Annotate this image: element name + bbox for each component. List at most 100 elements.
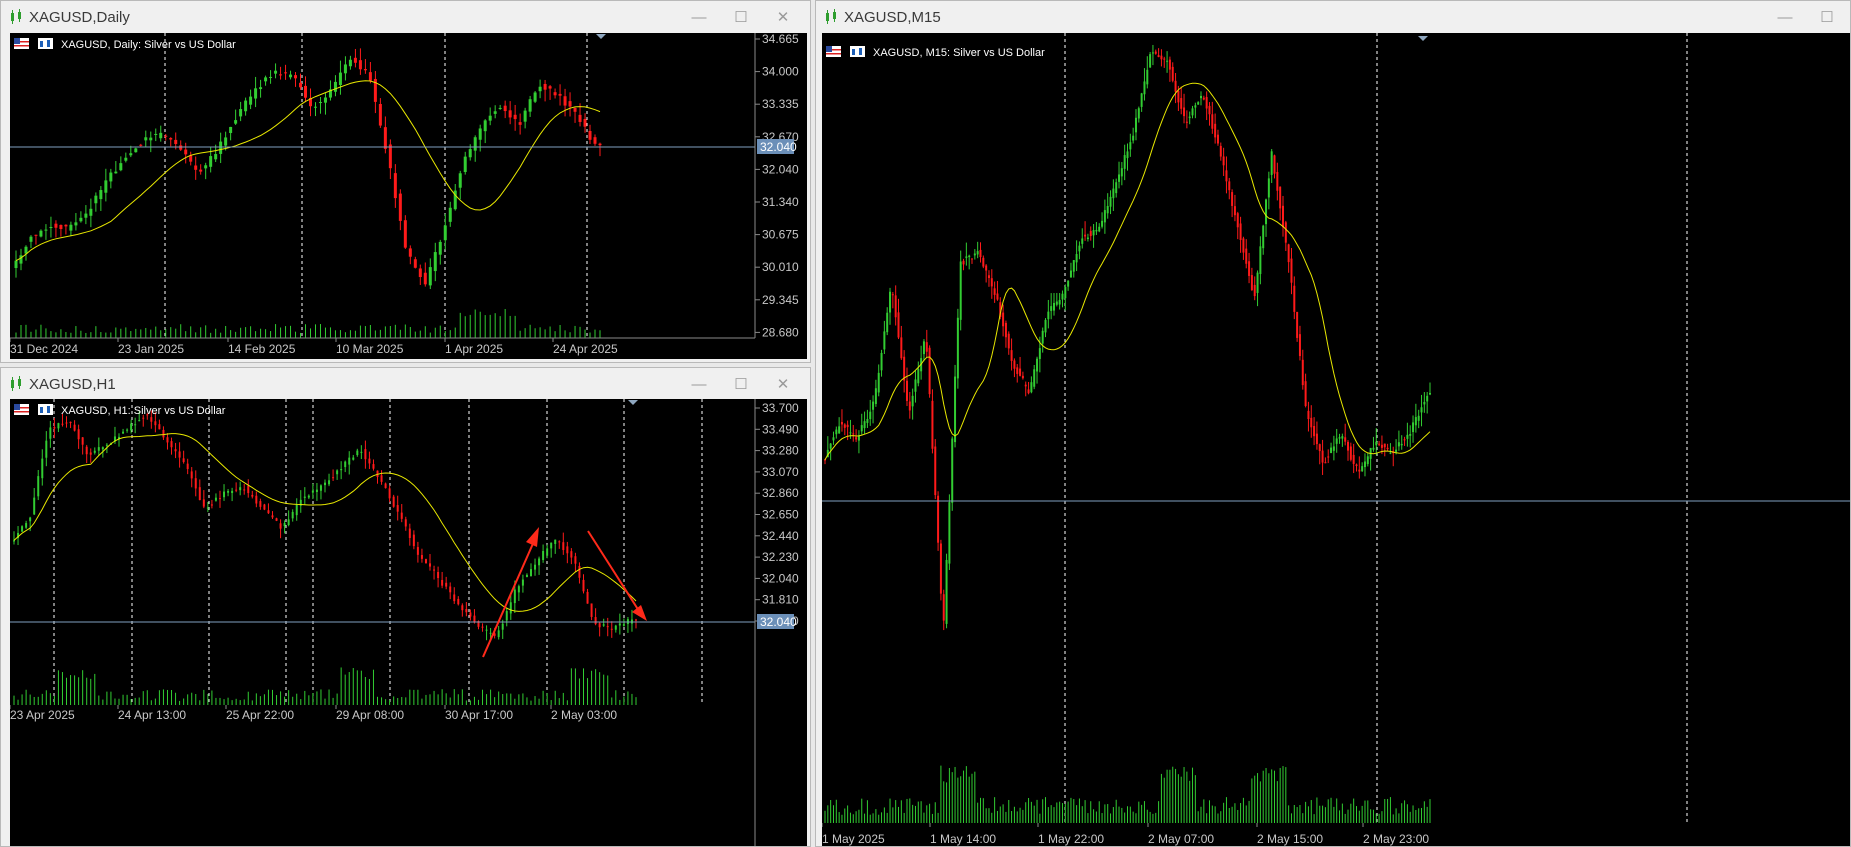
candle-body <box>987 275 990 278</box>
candle-body <box>13 540 15 542</box>
candle-body <box>1188 116 1191 119</box>
price-axis-label: 32.650 <box>762 508 799 522</box>
candle-body <box>922 341 925 355</box>
candle-body <box>259 501 262 507</box>
candle-body <box>937 495 940 543</box>
candle-body <box>119 163 123 171</box>
candle-body <box>1338 437 1341 439</box>
candle-body <box>1211 114 1214 129</box>
chart-h1-canvas[interactable]: 33.700 33.490 33.280 33.070 32.860 32.650 32.4… <box>10 399 807 847</box>
time-axis-label: 1 May 14:00 <box>930 832 996 846</box>
candle-body <box>1177 90 1180 103</box>
time-axis-label: 1 Apr 2025 <box>445 342 503 356</box>
candle-body <box>1386 447 1389 450</box>
candle-body <box>550 542 553 549</box>
chart-shift-marker <box>1418 36 1428 41</box>
candle-body <box>443 225 447 241</box>
candle-body <box>89 208 93 216</box>
candle-body <box>1273 155 1276 174</box>
candle-body <box>114 171 118 174</box>
candle-body <box>900 337 903 359</box>
candle-body <box>578 114 582 122</box>
candle-body <box>1086 237 1089 240</box>
minimize-icon[interactable]: — <box>678 376 720 393</box>
candle-body <box>158 424 161 430</box>
window-title: XAGUSD,H1 <box>29 375 116 393</box>
minimize-icon[interactable]: — <box>1764 9 1806 26</box>
candle-body <box>340 469 343 471</box>
candle-body <box>1256 272 1259 293</box>
window-m15[interactable]: XAGUSD,M15 — ☐ ✕ 1 May 20251 May 14:001 … <box>815 0 1851 847</box>
candle-body <box>360 451 363 453</box>
candle-body <box>1109 196 1112 207</box>
candle-body <box>154 421 157 426</box>
candle-body <box>186 463 189 470</box>
moving-average-line <box>824 82 1431 461</box>
candle-body <box>478 128 482 140</box>
candle-body <box>433 569 436 571</box>
window-titlebar[interactable]: XAGUSD,H1 — ☐ ✕ <box>1 368 810 400</box>
candle-body <box>259 87 263 90</box>
maximize-icon[interactable]: ☐ <box>1806 8 1848 26</box>
candle-body <box>61 423 64 425</box>
close-icon[interactable]: ✕ <box>762 375 804 393</box>
candle-body <box>356 450 359 456</box>
candle-body <box>505 611 508 621</box>
close-icon[interactable]: ✕ <box>762 8 804 26</box>
candle-body <box>218 498 221 500</box>
window-daily[interactable]: XAGUSD,Daily — ☐ ✕ 34.665 34.000 33.335 32.… <box>0 0 811 363</box>
current-price-label: 32.040 <box>760 140 797 154</box>
candle-body <box>235 489 238 491</box>
candle-body <box>323 97 327 103</box>
candle-body <box>255 495 258 504</box>
candle-body <box>174 449 177 452</box>
candle-body <box>1067 280 1070 287</box>
candle-body <box>400 512 403 519</box>
candle-body <box>461 605 464 611</box>
time-axis-label: 25 Apr 22:00 <box>226 708 294 722</box>
candle-body <box>877 372 880 393</box>
candle-body <box>1036 358 1039 372</box>
time-axis-label: 2 May 23:00 <box>1363 832 1429 846</box>
candlestick-icon <box>11 9 21 24</box>
candle-body <box>94 195 98 204</box>
price-axis-label: 32.230 <box>762 550 799 564</box>
candle-body <box>866 419 869 423</box>
candle-body <box>872 401 875 410</box>
candle-body <box>1058 299 1061 305</box>
candle-body <box>21 526 24 532</box>
candle-body <box>85 446 88 455</box>
candle-body <box>287 519 290 526</box>
candle-body <box>1265 199 1268 225</box>
chart-m15[interactable]: 1 May 2025 1 May 14:00 1 May 22:00 2 May 07… <box>822 33 1851 847</box>
candle-body <box>251 494 254 497</box>
price-axis-label: 33.335 <box>762 97 799 111</box>
candle-body <box>1236 213 1239 228</box>
chart-header-text: XAGUSD, Daily: Silver vs US Dollar <box>61 39 236 51</box>
chart-daily[interactable]: 34.665 34.000 33.335 32.670 32.040 31.340 30.6… <box>10 33 807 359</box>
time-axis-label: 2 May 03:00 <box>551 708 617 722</box>
window-titlebar[interactable]: XAGUSD,Daily — ☐ ✕ <box>1 1 810 33</box>
maximize-icon[interactable]: ☐ <box>720 8 762 26</box>
window-titlebar[interactable]: XAGUSD,M15 — ☐ ✕ <box>816 1 1850 33</box>
candle-body <box>889 291 892 313</box>
candle-body <box>1092 230 1095 236</box>
chart-h1[interactable]: 33.700 33.490 33.280 33.070 32.860 32.650 32.4… <box>10 399 807 847</box>
candle-body <box>855 437 858 440</box>
candle-body <box>1095 229 1098 232</box>
candle-body <box>563 96 567 106</box>
chart-daily-canvas[interactable]: 34.66534.00033.33532.67032.04031.34030.6… <box>10 33 807 359</box>
chart-m15-canvas[interactable]: 1 May 2025 1 May 14:00 1 May 22:00 2 May 07… <box>822 33 1851 847</box>
maximize-icon[interactable]: ☐ <box>720 375 762 393</box>
candle-body <box>606 626 609 628</box>
candle-body <box>501 623 504 630</box>
candle-body <box>1168 59 1171 70</box>
window-h1[interactable]: XAGUSD,H1 — ☐ ✕ 33.700 33.490 33.280 33.070… <box>0 367 811 847</box>
minimize-icon[interactable]: — <box>678 9 720 26</box>
candle-body <box>254 88 258 99</box>
candle-body <box>336 470 339 475</box>
candle-body <box>353 57 357 63</box>
candle-body <box>562 542 565 551</box>
candle-body <box>358 60 362 70</box>
candle-body <box>37 476 40 497</box>
